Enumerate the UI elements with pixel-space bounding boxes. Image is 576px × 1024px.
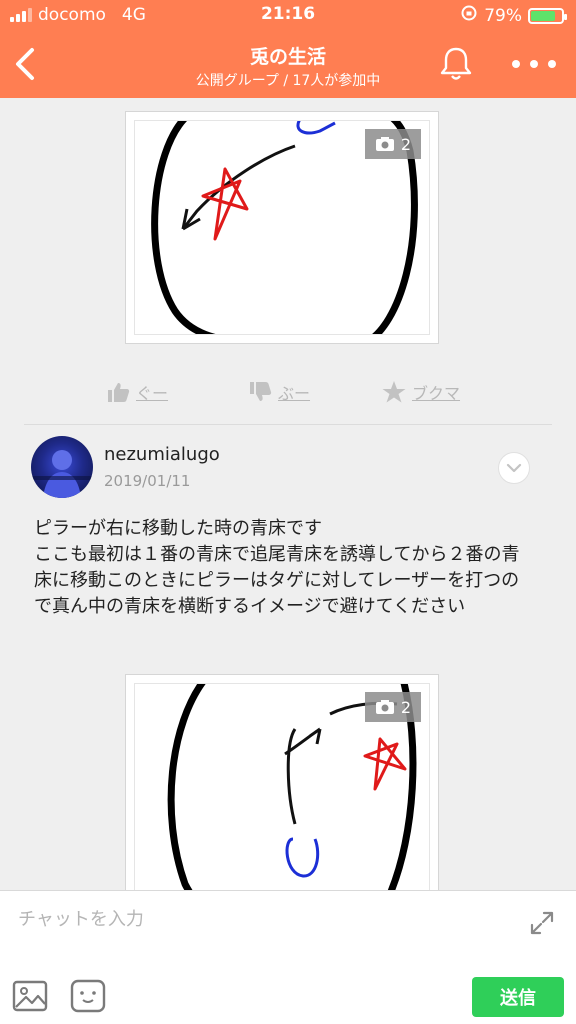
chevron-down-icon — [506, 463, 522, 473]
like-label: ぐー — [136, 384, 169, 403]
expand-icon — [530, 911, 554, 935]
post-image-2: 2 — [134, 683, 430, 890]
camera-icon — [375, 700, 394, 714]
sticker-button[interactable] — [70, 979, 106, 1013]
star-icon — [382, 381, 406, 403]
like-button[interactable]: ぐー — [106, 380, 168, 404]
post-username[interactable]: nezumialugo — [104, 444, 220, 465]
post-menu-button[interactable] — [498, 452, 530, 484]
dislike-button[interactable]: ぶー — [248, 380, 310, 404]
chat-composer: 送信 — [0, 890, 576, 1024]
post-image: 2 — [134, 120, 430, 335]
notification-button[interactable] — [438, 44, 474, 84]
group-header: 兎の生活 公開グループ / 17人が参加中 — [0, 30, 576, 98]
send-button[interactable]: 送信 — [472, 977, 564, 1017]
photo-count-2: 2 — [400, 697, 412, 717]
dislike-label: ぶー — [278, 384, 311, 403]
avatar[interactable] — [31, 436, 93, 498]
post-image-card-2[interactable]: 2 — [125, 674, 439, 890]
bookmark-label: ブクマ — [412, 384, 461, 403]
more-options-button[interactable] — [512, 50, 556, 78]
post-image-card[interactable]: 2 — [125, 111, 439, 344]
post-date: 2019/01/11 — [104, 472, 191, 490]
bell-icon — [440, 47, 472, 80]
thumbs-up-icon — [108, 383, 130, 402]
battery-percent: 79% — [484, 5, 522, 26]
post-divider — [24, 424, 552, 425]
camera-icon — [375, 137, 394, 151]
chat-input[interactable] — [18, 903, 508, 935]
orientation-lock-icon — [460, 4, 478, 27]
post-text-line1: ピラーが右に移動した時の青床です — [34, 518, 322, 539]
image-icon — [12, 980, 48, 1012]
post-text-line2: ここも最初は１番の青床で追尾青床を誘導してから２番の青床に移動このときにピラーは… — [34, 544, 520, 617]
status-bar: docomo 4G 21:16 79% — [0, 0, 576, 30]
status-right: 79% — [460, 4, 567, 27]
photo-count-badge-2: 2 — [365, 692, 421, 722]
chat-timeline[interactable]: 2 ぐー ぶー ブクマ nezumialugo 2019/01/11 ピラーが右… — [0, 98, 576, 890]
group-title: 兎の生活 — [249, 46, 326, 68]
photo-count-badge: 2 — [365, 129, 421, 159]
thumbs-down-icon — [250, 382, 272, 401]
group-subtitle: 公開グループ / 17人が参加中 — [195, 73, 381, 89]
expand-button[interactable] — [528, 909, 556, 937]
reaction-bar: ぐー ぶー ブクマ — [0, 380, 576, 410]
photo-count: 2 — [400, 134, 412, 154]
more-dots-icon — [512, 60, 520, 68]
bookmark-button[interactable]: ブクマ — [382, 380, 460, 404]
post-message: ピラーが右に移動した時の青床です ここも最初は１番の青床で追尾青床を誘導してから… — [34, 516, 534, 620]
battery-icon — [528, 7, 567, 24]
image-picker-button[interactable] — [12, 979, 48, 1013]
sticker-icon — [70, 979, 106, 1013]
